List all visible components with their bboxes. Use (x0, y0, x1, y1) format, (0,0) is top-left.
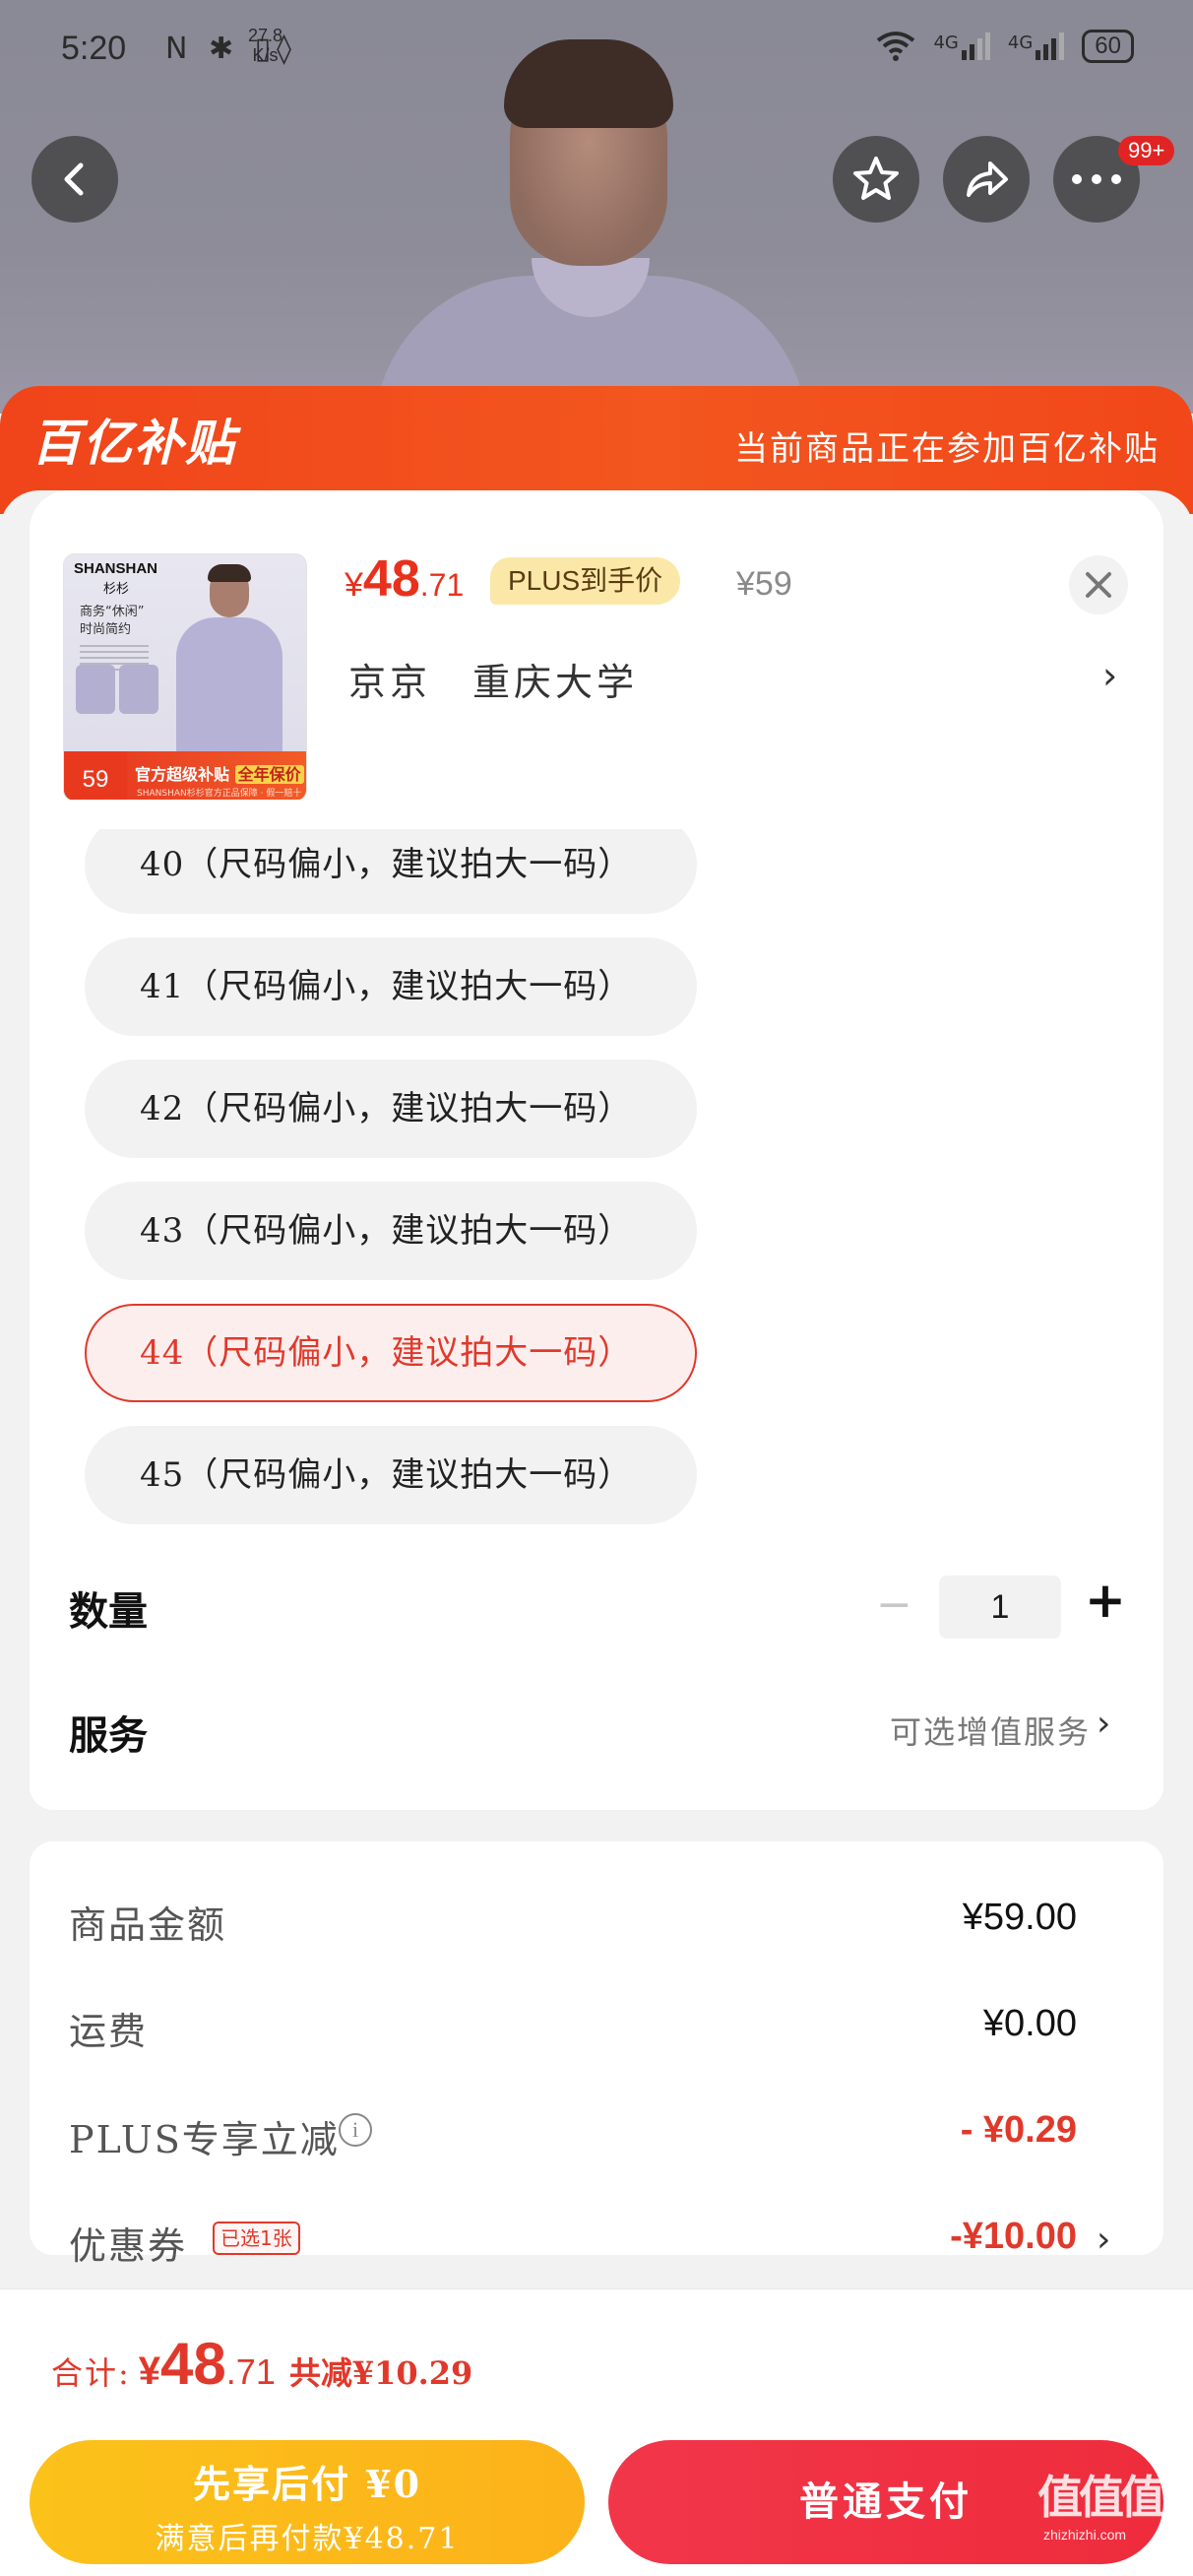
coupon-value[interactable]: -¥10.00 (950, 2216, 1077, 2258)
thumb-brand: SHANSHAN (74, 560, 158, 577)
chevron-right-icon[interactable]: › (1097, 1704, 1110, 1744)
plus-price-tag: PLUS到手价 (490, 557, 681, 605)
pay-later-title: 先享后付 ¥0 (192, 2462, 422, 2506)
thumb-promo-highlight: 全年保价 (234, 765, 304, 784)
quantity-label: 数量 (69, 1588, 148, 1635)
total-saving: 共减¥10.29 (288, 2354, 473, 2392)
close-icon (1086, 572, 1111, 598)
current-price: ¥ 48 .71 (345, 549, 464, 618)
coupon-label: 优惠券 (69, 2224, 188, 2268)
close-button[interactable] (1069, 555, 1128, 614)
pay-later-button[interactable]: 先享后付 ¥0 满意后再付款¥48.71 (30, 2440, 585, 2564)
price-decimal: .71 (419, 567, 465, 603)
wifi-icon (877, 32, 915, 61)
price-integer: 48 (362, 550, 420, 608)
network-speed: 27.8 K/s (248, 26, 283, 65)
status-bar: 5:20 N ✱ ▯◊ 27.8 K/s 4G 4G 60 (0, 0, 1193, 98)
battery-indicator: 60 (1082, 30, 1134, 63)
pay-later-subtitle: 满意后再付款¥48.71 (155, 2522, 460, 2556)
subsidy-message: 当前商品正在参加百亿补贴 (734, 429, 1160, 469)
goods-amount-value: ¥59.00 (962, 1897, 1077, 1938)
goods-amount-label: 商品金额 (69, 1903, 227, 1947)
size-option[interactable]: 42（尺码偏小，建议拍大一码） (85, 1060, 697, 1158)
size-option[interactable]: 40（尺码偏小，建议拍大一码） (85, 815, 697, 914)
plus-discount-label: PLUS专享立减 (69, 2118, 340, 2161)
watermark-logo: 值值值 (1037, 2471, 1165, 2524)
original-price: ¥59 (736, 565, 792, 603)
shipping-label: 运费 (69, 2010, 149, 2053)
subsidy-logo: 百亿补贴 (31, 415, 236, 472)
order-total: 合计: ¥ 48 .71 共减¥10.29 (51, 2330, 472, 2398)
star-icon (853, 157, 899, 200)
chevron-left-icon (64, 162, 84, 196)
favorite-button[interactable] (833, 136, 919, 223)
size-option[interactable]: 43（尺码偏小，建议拍大一码） (85, 1182, 697, 1280)
price-symbol: ¥ (345, 566, 363, 604)
service-hint[interactable]: 可选增值服务 (890, 1707, 1091, 1753)
share-icon (967, 161, 1008, 197)
share-button[interactable] (943, 136, 1030, 223)
shipping-value: ¥0.00 (982, 2003, 1077, 2044)
thumb-promo-fine: SHANSHAN杉杉官方正品保障 · 假一赔十 (137, 789, 302, 799)
total-decimal: .71 (225, 2351, 276, 2392)
status-time: 5:20 (61, 30, 127, 67)
thumb-brand-cn: 杉杉 (103, 582, 130, 597)
thumb-slogan: 商务“休闲” 时尚简约 (80, 605, 145, 637)
signal-1-icon: 4G (933, 32, 990, 60)
quantity-decrease-button[interactable]: − (876, 1579, 912, 1630)
plus-discount-value: - ¥0.29 (960, 2109, 1077, 2151)
total-label: 合计: (51, 2354, 131, 2392)
delivery-address[interactable]: 京京 重庆大学 (348, 652, 638, 706)
thumb-detail-graphic (76, 665, 115, 714)
chevron-right-icon[interactable]: › (1102, 654, 1117, 697)
size-option[interactable]: 44（尺码偏小，建议拍大一码） (85, 1304, 697, 1402)
thumb-price: 59 (64, 751, 127, 801)
back-button[interactable] (31, 136, 118, 223)
thumb-detail-graphic (119, 665, 158, 714)
total-integer: 48 (160, 2331, 226, 2397)
notification-badge: 99+ (1118, 136, 1175, 165)
status-right-group: 4G 4G 60 (876, 30, 1134, 63)
network-speed-value: 27.8 (248, 26, 283, 45)
more-dots-icon (1072, 174, 1121, 184)
size-option[interactable]: 41（尺码偏小，建议拍大一码） (85, 937, 697, 1036)
list-clip-mask (30, 800, 1163, 829)
network-speed-unit: K/s (252, 45, 279, 65)
chevron-right-icon[interactable]: › (1097, 2220, 1110, 2260)
quantity-input[interactable]: 1 (939, 1576, 1061, 1639)
service-label: 服务 (69, 1712, 148, 1759)
thumb-model-graphic (158, 560, 304, 757)
coupon-selected-tag: 已选1张 (213, 2222, 300, 2255)
quantity-increase-button[interactable]: + (1085, 1572, 1126, 1629)
total-symbol: ¥ (138, 2350, 161, 2393)
product-thumbnail[interactable]: SHANSHAN 杉杉 商务“休闲” 时尚简约 59 官方超级补贴 全年保价 S… (63, 553, 307, 802)
signal-2-icon: 4G (1008, 32, 1065, 60)
info-icon[interactable]: i (339, 2113, 372, 2147)
watermark-site: zhizhizhi.com (1043, 2527, 1127, 2543)
size-option[interactable]: 45（尺码偏小，建议拍大一码） (85, 1426, 697, 1524)
thumb-promo-text: 官方超级补贴 全年保价 (135, 761, 304, 785)
